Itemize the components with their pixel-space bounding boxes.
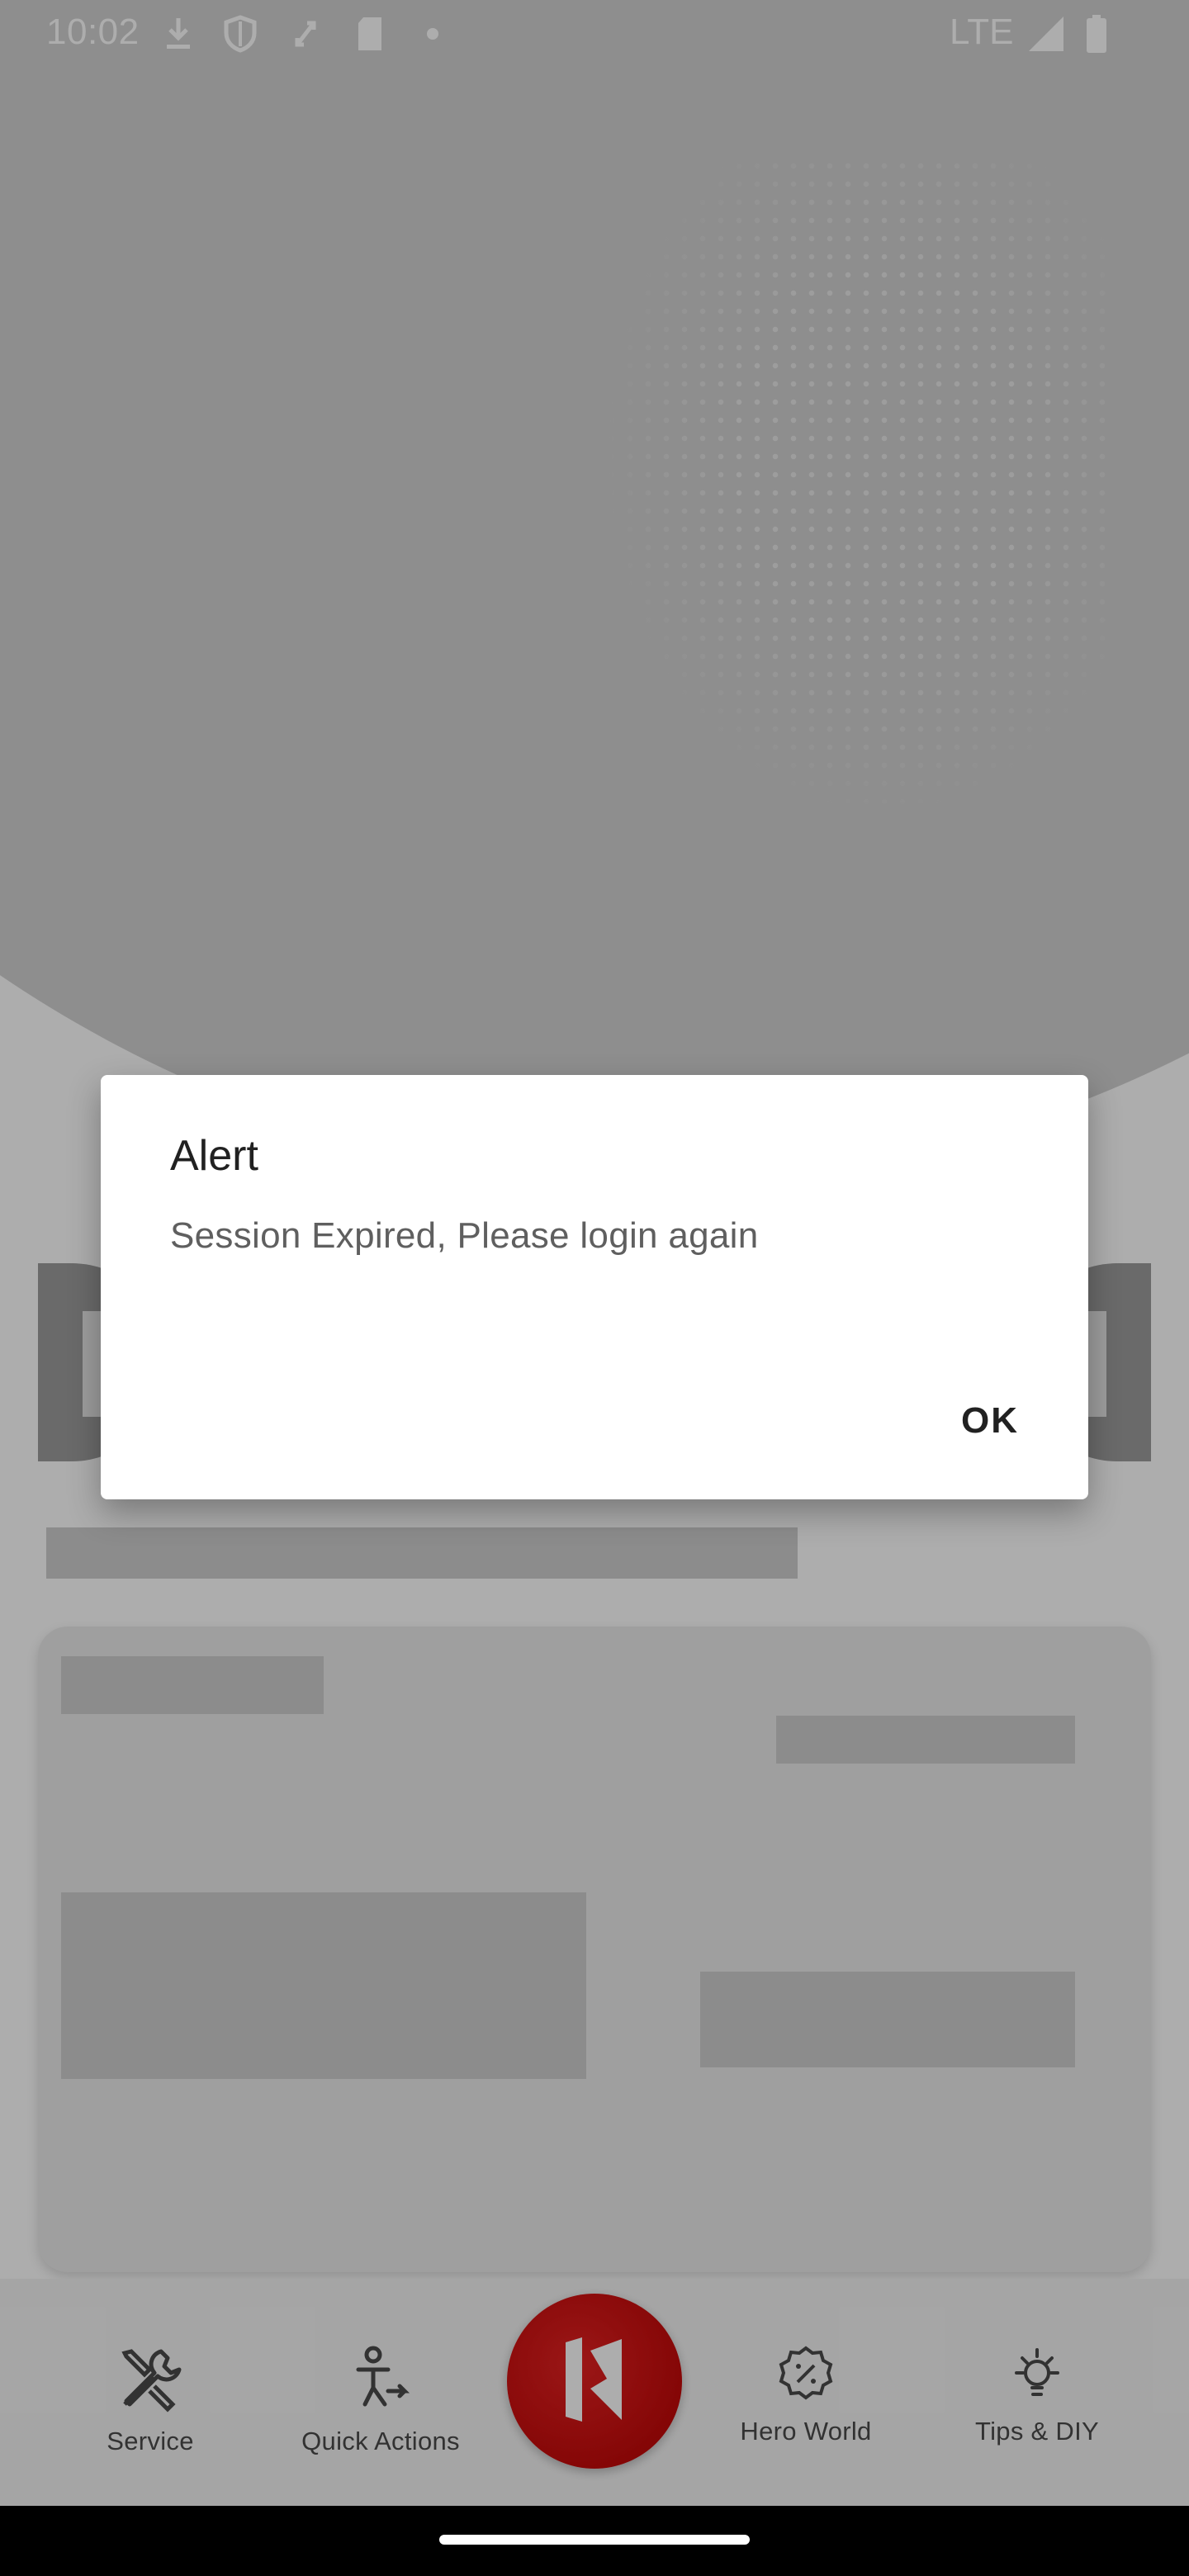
home-gesture-handle[interactable] xyxy=(439,2535,750,2545)
alert-dialog: Alert Session Expired, Please login agai… xyxy=(101,1075,1088,1499)
ok-button[interactable]: OK xyxy=(961,1400,1019,1442)
dialog-message: Session Expired, Please login again xyxy=(170,1215,759,1256)
app-screen: 10:02 LTE Service Quick Actions Hero Wor… xyxy=(0,0,1189,2576)
dialog-title: Alert xyxy=(170,1132,258,1180)
